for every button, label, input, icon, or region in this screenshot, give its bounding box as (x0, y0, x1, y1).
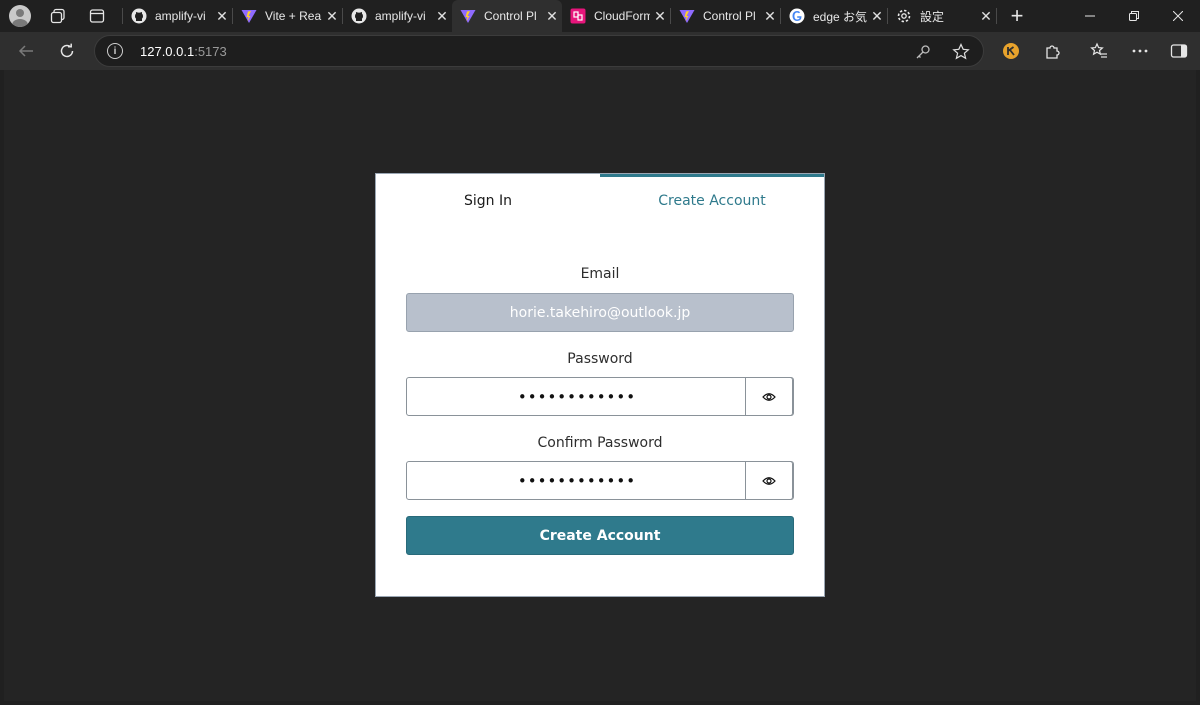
browser-tab-1[interactable]: amplify-vi ✕ (123, 2, 232, 30)
restore-button[interactable] (1112, 0, 1156, 32)
vite-icon (679, 8, 695, 24)
favorites-button[interactable] (1082, 34, 1116, 68)
refresh-button[interactable] (50, 34, 84, 68)
puzzle-icon (1046, 45, 1060, 59)
tab-title: amplify-vi (375, 9, 426, 23)
confirm-password-field[interactable]: •••••••••••• (406, 461, 794, 500)
favorites-list-icon (1090, 42, 1107, 58)
vite-icon (460, 8, 476, 24)
browser-tab-strip: amplify-vi ✕ Vite + Rea ✕ amplify-vi ✕ C… (0, 0, 1200, 32)
tab-create-account[interactable]: Create Account (600, 174, 824, 224)
browser-tab-5[interactable]: CloudForm ✕ (562, 2, 670, 30)
close-tab-icon[interactable]: ✕ (867, 8, 887, 25)
tab-actions-icon (89, 9, 105, 23)
tab-title: Control Pl (703, 9, 756, 23)
site-info-icon[interactable]: i (107, 43, 123, 59)
github-icon (351, 8, 367, 24)
profile-avatar-icon (9, 5, 31, 27)
close-tab-icon[interactable]: ✕ (650, 8, 670, 25)
restore-icon (1129, 11, 1139, 21)
email-field[interactable]: horie.takehiro@outlook.jp (406, 293, 794, 332)
email-label: Email (580, 266, 620, 282)
workspaces-button[interactable] (40, 0, 76, 32)
tab-title: edge お気 (813, 9, 867, 24)
tab-title: Control Pl (484, 9, 537, 23)
address-url[interactable]: 127.0.0.1:5173 (140, 44, 227, 59)
favorite-star-icon[interactable] (951, 42, 971, 62)
back-arrow-icon (18, 45, 33, 57)
eye-icon (762, 476, 776, 485)
confirm-password-value: •••••••••••• (517, 471, 637, 490)
minimize-icon (1085, 15, 1095, 17)
tab-sign-in[interactable]: Sign In (376, 174, 600, 224)
cloudformation-icon (570, 8, 586, 24)
create-account-button[interactable]: Create Account (406, 516, 794, 555)
extension-logo-icon (1003, 43, 1019, 59)
google-icon (789, 8, 805, 24)
back-button[interactable] (9, 34, 43, 68)
workspaces-icon (50, 8, 65, 24)
new-tab-button[interactable]: + (999, 0, 1035, 32)
confirm-password-label: Confirm Password (537, 435, 663, 451)
close-icon (1173, 11, 1183, 21)
address-bar[interactable]: i 127.0.0.1:5173 (94, 35, 984, 67)
refresh-icon (60, 43, 74, 58)
settings-icon (896, 8, 912, 24)
browser-tab-3[interactable]: amplify-vi ✕ (343, 2, 452, 30)
plus-icon: + (1010, 3, 1024, 28)
close-tab-icon[interactable]: ✕ (976, 8, 996, 25)
close-tab-icon[interactable]: ✕ (212, 8, 232, 25)
more-menu-button[interactable] (1123, 34, 1157, 68)
profile-button[interactable] (2, 0, 38, 32)
tab-title: 設定 (920, 9, 945, 24)
close-tab-icon[interactable]: ✕ (322, 8, 342, 25)
close-tab-icon[interactable]: ✕ (432, 8, 452, 25)
authenticator-card: Sign In Create Account Email horie.takeh… (375, 173, 825, 597)
tab-title: Vite + Rea (265, 9, 322, 23)
show-password-button[interactable] (745, 377, 793, 416)
tab-actions-button[interactable] (79, 0, 115, 32)
password-key-icon[interactable] (913, 42, 933, 62)
tab-title: amplify-vi (155, 9, 206, 23)
sidebar-icon (1170, 44, 1188, 58)
browser-tab-7[interactable]: edge お気 ✕ (781, 2, 887, 30)
browser-tab-4-active[interactable]: Control Pl ✕ (452, 0, 562, 32)
extension-button[interactable] (994, 34, 1028, 68)
close-tab-icon[interactable]: ✕ (760, 8, 780, 25)
minimize-button[interactable] (1068, 0, 1112, 32)
browser-tab-8[interactable]: 設定 ✕ (888, 2, 996, 30)
auth-tabs: Sign In Create Account (376, 174, 824, 224)
close-tab-icon[interactable]: ✕ (542, 8, 562, 25)
password-field[interactable]: •••••••••••• (406, 377, 794, 416)
more-dots-icon (1132, 49, 1148, 53)
browser-tab-2[interactable]: Vite + Rea ✕ (233, 2, 342, 30)
sidebar-toggle-button[interactable] (1162, 34, 1196, 68)
extensions-button[interactable] (1036, 34, 1070, 68)
tab-title: CloudForm (594, 9, 650, 23)
close-window-button[interactable] (1156, 0, 1200, 32)
browser-toolbar: i 127.0.0.1:5173 (0, 32, 1200, 70)
vite-icon (241, 8, 257, 24)
password-value: •••••••••••• (517, 387, 637, 406)
password-label: Password (567, 351, 633, 367)
eye-icon (762, 392, 776, 401)
email-value: horie.takehiro@outlook.jp (509, 304, 691, 321)
show-confirm-password-button[interactable] (745, 461, 793, 500)
browser-tab-6[interactable]: Control Pl ✕ (671, 2, 780, 30)
github-icon (131, 8, 147, 24)
